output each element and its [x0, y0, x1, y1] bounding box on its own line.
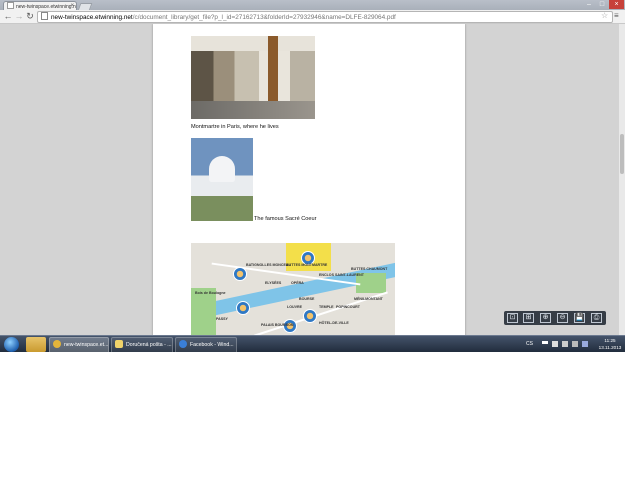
tray-arrow-icon[interactable] — [542, 341, 548, 350]
language-indicator[interactable]: CS — [526, 341, 533, 347]
map-pin-icon — [303, 309, 317, 323]
network-icon[interactable] — [552, 341, 558, 347]
caption-montmartre: Montmartre in Paris, where he lives — [191, 124, 279, 130]
flag-icon[interactable] — [562, 341, 568, 347]
task-label: Doručená pošta - ... — [126, 342, 172, 348]
page-icon — [41, 12, 48, 20]
taskbar-task-mail[interactable]: Doručená pošta - ... — [111, 337, 173, 352]
map-pin-icon — [236, 301, 250, 315]
window-close-button[interactable]: × — [609, 0, 624, 9]
taskbar-task-facebook[interactable]: Facebook - Wind... — [175, 337, 237, 352]
window-minimize-button[interactable]: – — [583, 0, 595, 9]
page-favicon-icon — [7, 2, 14, 9]
system-tray: CS 11:25 13.11.2013 — [520, 336, 625, 352]
window-maximize-button[interactable]: □ — [596, 0, 608, 9]
pdf-page: Montmartre in Paris, where he lives The … — [153, 24, 465, 335]
map-label: MÉNILMONTANT — [354, 297, 383, 301]
scrollbar-thumb[interactable] — [620, 134, 624, 174]
map-label: HÔTEL-DE-VILLE — [319, 321, 349, 325]
url-path: /c/document_library/get_file?p_l_id=2716… — [132, 14, 396, 21]
taskbar-task-chrome[interactable]: new-twinspace.et... — [49, 337, 109, 352]
map-label: ELYSÉES — [265, 281, 282, 285]
map-label: BATIGNOLLES MONCEAU — [246, 263, 292, 267]
browser-toolbar: ← → ↻ new-twinspace.etwinning.net/c/docu… — [0, 10, 625, 24]
fit-width-button[interactable]: ⊞ — [523, 313, 534, 323]
map-label: LOUVRE — [287, 305, 302, 309]
map-park — [191, 288, 216, 335]
clock[interactable]: 11:25 13.11.2013 — [596, 337, 624, 351]
back-button[interactable]: ← — [3, 11, 13, 21]
map-label: Bois de Boulogne — [195, 291, 226, 295]
bookmark-star-icon[interactable]: ☆ — [601, 11, 608, 21]
pdf-viewer[interactable]: Montmartre in Paris, where he lives The … — [0, 24, 625, 335]
print-button[interactable]: ⎙ — [591, 313, 602, 323]
clock-time: 11:25 — [604, 338, 616, 343]
map-label: ENCLOS SAINT-LAURENT — [319, 273, 364, 277]
map-label: BUTTES MONTMARTRE — [286, 263, 328, 267]
paris-map-image: BATIGNOLLES MONCEAU BUTTES MONTMARTRE EN… — [191, 243, 395, 335]
fit-page-button[interactable]: ⊡ — [507, 313, 518, 323]
map-label: OPÉRA — [291, 281, 304, 285]
vertical-scrollbar[interactable] — [619, 24, 625, 335]
sacre-coeur-photo — [191, 138, 253, 221]
map-label: PALAIS BOURBON — [261, 323, 294, 327]
caption-sacre-coeur: The famous Sacré Coeur — [254, 216, 317, 222]
map-label: BOURSE — [299, 297, 315, 301]
explorer-pinned-icon[interactable] — [26, 337, 46, 352]
browser-menu-icon[interactable]: ≡ — [614, 11, 619, 21]
map-label: BUTTES CHAUMONT — [351, 267, 388, 271]
forward-button[interactable]: → — [14, 11, 24, 21]
windows-taskbar: new-twinspace.et... Doručená pošta - ...… — [0, 335, 625, 352]
zoom-out-button[interactable]: ⊖ — [557, 313, 568, 323]
pdf-controls: ⊡ ⊞ ⊕ ⊖ 💾 ⎙ — [504, 311, 606, 325]
desktop-screen: new-twinspace.etwinning.n × – □ × ← → ↻ … — [0, 0, 625, 352]
map-label: PASSY — [216, 317, 228, 321]
montmartre-street-photo — [191, 36, 315, 119]
task-label: new-twinspace.et... — [64, 342, 109, 348]
save-button[interactable]: 💾 — [574, 313, 585, 323]
map-pin-icon — [233, 267, 247, 281]
tab-strip: new-twinspace.etwinning.n × – □ × — [0, 0, 625, 11]
address-bar[interactable]: new-twinspace.etwinning.net/c/document_l… — [37, 11, 613, 23]
start-button[interactable] — [4, 337, 19, 352]
folder-icon — [115, 340, 123, 348]
zoom-in-button[interactable]: ⊕ — [540, 313, 551, 323]
task-label: Facebook - Wind... — [190, 342, 234, 348]
clock-date: 13.11.2013 — [598, 345, 622, 350]
volume-icon[interactable] — [572, 341, 578, 347]
map-label: POPINCOURT — [336, 305, 360, 309]
skype-icon[interactable] — [582, 341, 588, 347]
internet-explorer-icon — [179, 340, 187, 348]
reload-button[interactable]: ↻ — [25, 11, 35, 21]
url-host: new-twinspace.etwinning.net — [51, 14, 133, 21]
chrome-icon — [53, 340, 61, 348]
map-label: TEMPLE — [319, 305, 334, 309]
